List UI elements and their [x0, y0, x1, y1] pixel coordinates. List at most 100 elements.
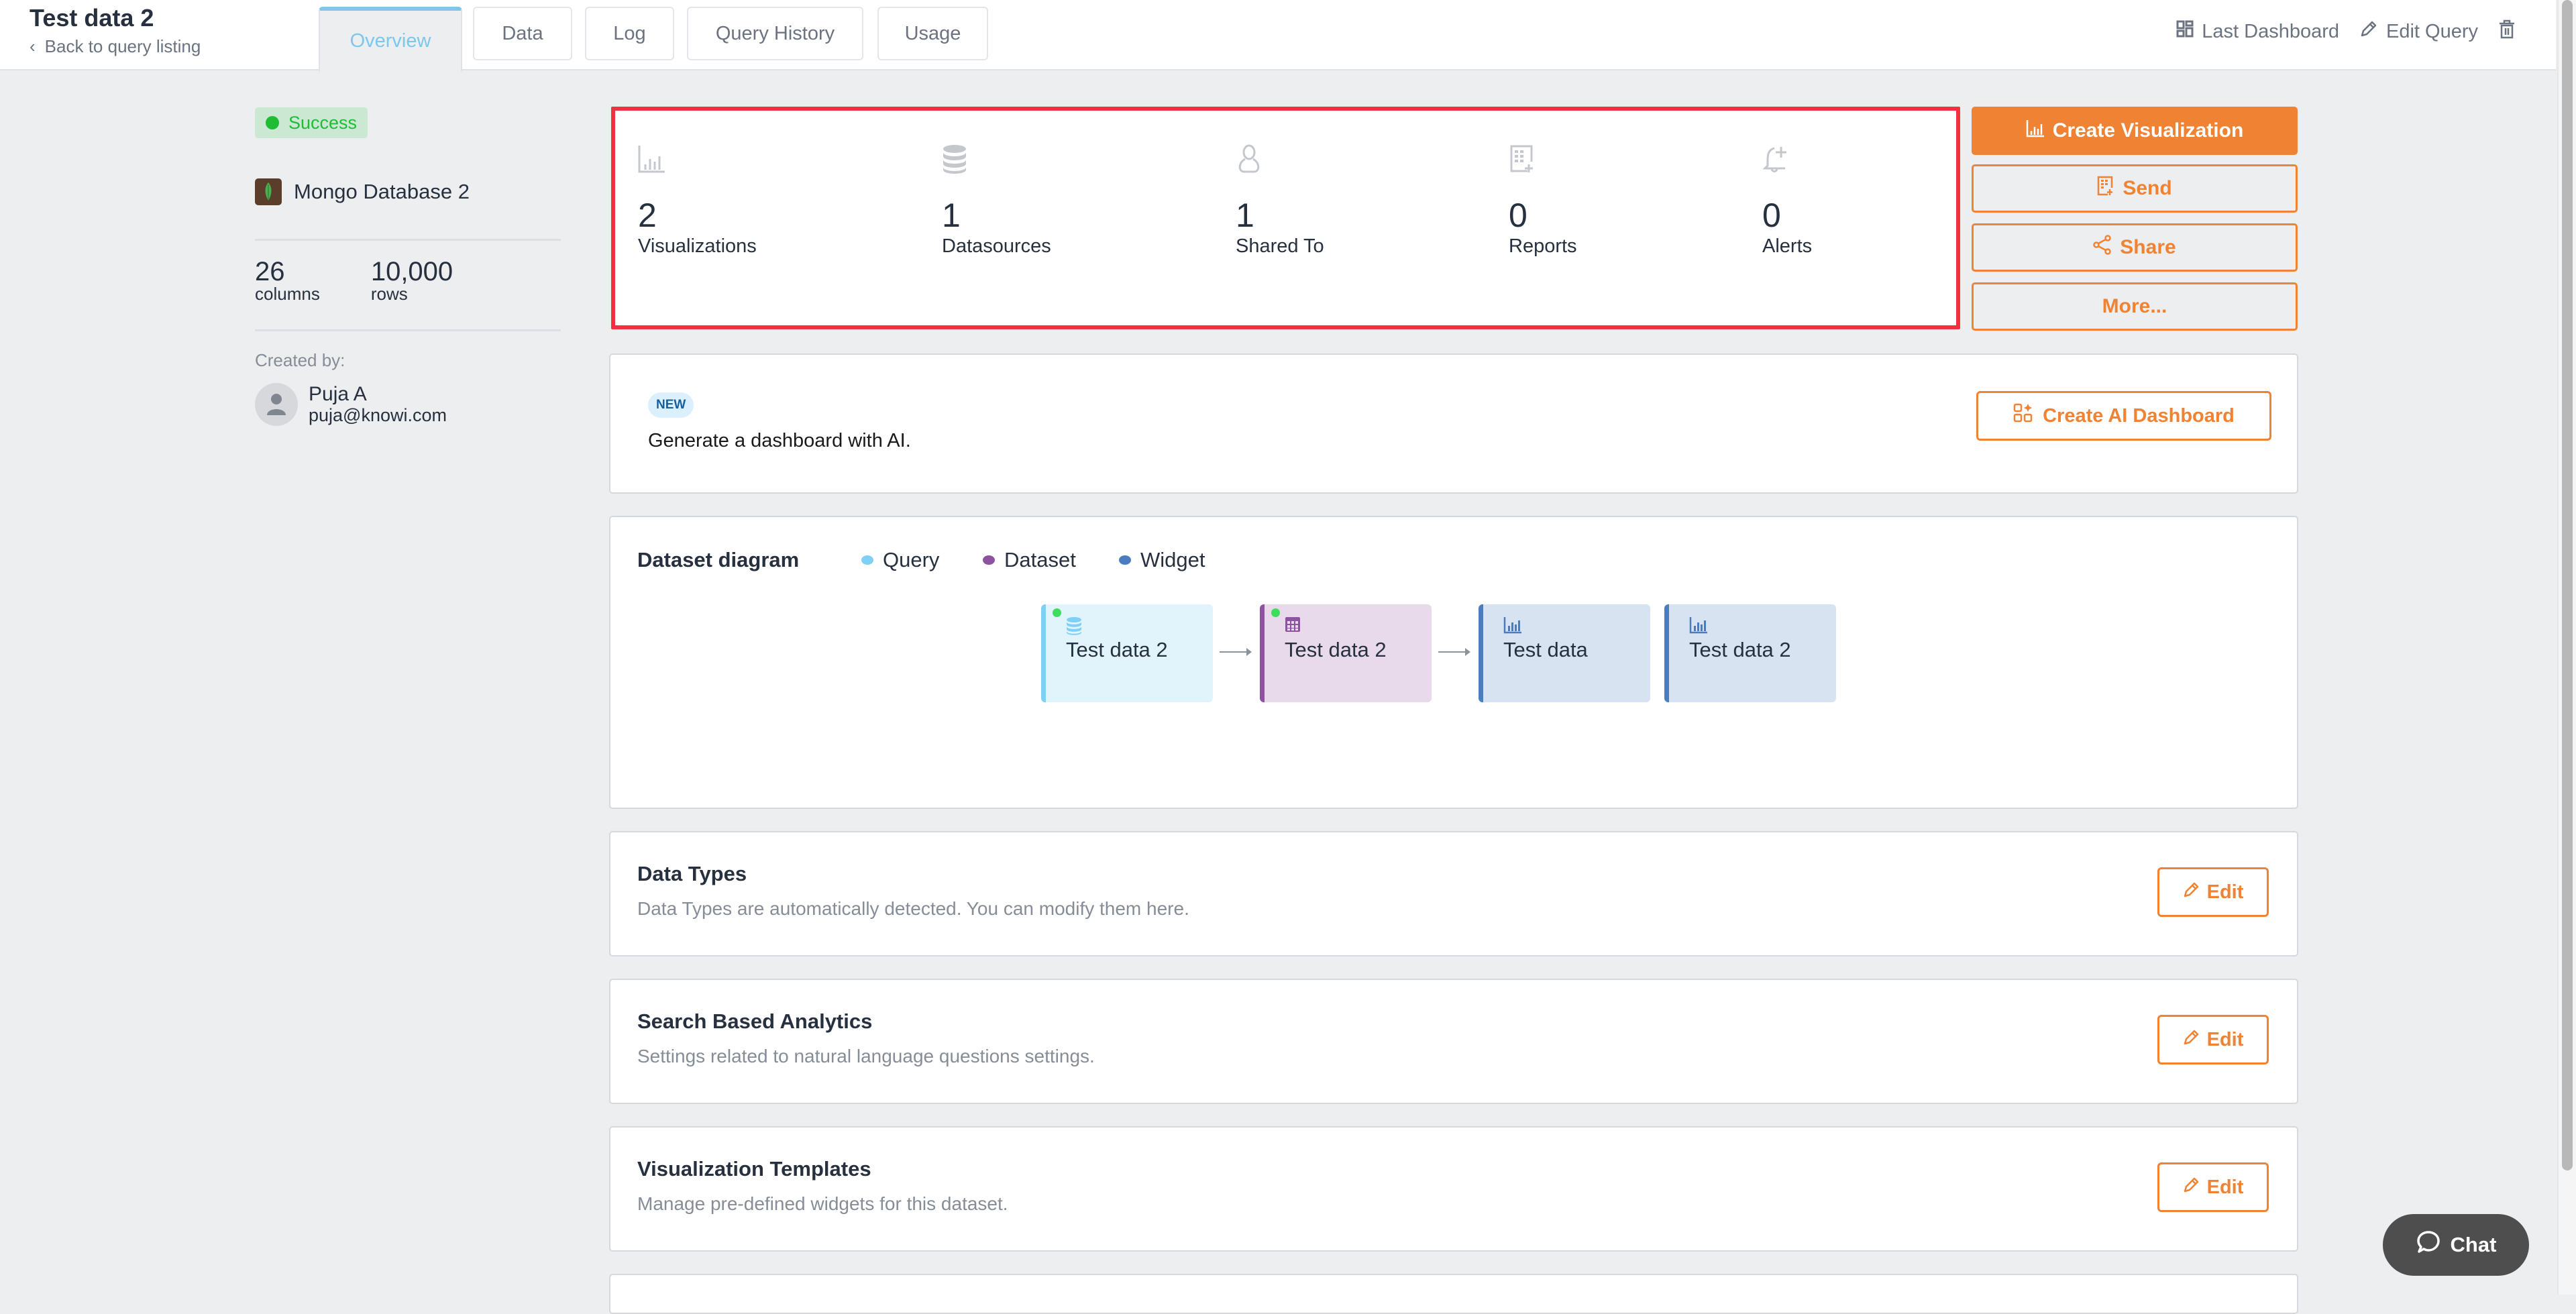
send-button[interactable]: Send [1972, 164, 2298, 213]
chat-bubble-icon [2416, 1229, 2441, 1260]
diagram-node-widget[interactable]: Test data [1479, 604, 1650, 702]
ai-dashboard-icon [2013, 403, 2033, 429]
delete-button[interactable] [2498, 19, 2516, 44]
tab-log[interactable]: Log [585, 7, 674, 60]
datasource-row[interactable]: Mongo Database 2 [255, 178, 561, 205]
edit-label: Edit [2206, 881, 2244, 903]
edit-label: Edit [2206, 1176, 2244, 1198]
stat-reports[interactable]: 0 Reports [1509, 144, 1577, 258]
scrollbar-thumb[interactable] [2562, 0, 2573, 1170]
share-icon [2093, 235, 2112, 260]
user-icon [1236, 144, 1324, 178]
stat-datasources[interactable]: 1 Datasources [942, 144, 1051, 258]
ai-dashboard-text: Generate a dashboard with AI. [648, 430, 911, 451]
arrow-connector [1438, 648, 1470, 656]
creator-name: Puja A [309, 383, 367, 405]
mongodb-leaf-icon [255, 178, 282, 205]
stat-label: Shared To [1236, 235, 1324, 257]
created-by-label: Created by: [255, 350, 345, 370]
section-title: Visualization Templates [637, 1157, 871, 1181]
pencil-icon [2183, 881, 2200, 904]
bar-chart-icon [1689, 616, 1708, 637]
back-to-query-listing-link[interactable]: ‹ Back to query listing [30, 36, 201, 57]
page-title: Test data 2 [30, 4, 154, 32]
legend-dot-icon [861, 555, 873, 565]
send-label: Send [2123, 177, 2172, 199]
columns-count: 26 columns [255, 258, 320, 303]
dataset-counts: 26 columns 10,000 rows [255, 258, 561, 303]
tab-query-history[interactable]: Query History [687, 7, 863, 60]
status-badge: Success [255, 107, 368, 138]
arrow-connector [1220, 648, 1252, 656]
share-button[interactable]: Share [1972, 223, 2298, 272]
chat-button[interactable]: Chat [2383, 1214, 2529, 1276]
avatar [255, 383, 298, 426]
chevron-left-icon: ‹ [30, 36, 36, 56]
diagram-node-dataset[interactable]: Test data 2 [1260, 604, 1432, 702]
status-dot-icon [1271, 608, 1280, 617]
node-label: Test data [1503, 638, 1588, 661]
data-types-card: Data Types Data Types are automatically … [609, 831, 2298, 956]
stat-value: 0 [1762, 197, 1781, 234]
edit-query-button[interactable]: Edit Query [2359, 19, 2478, 44]
table-grid-icon [1285, 616, 1301, 636]
more-button[interactable]: More... [1972, 282, 2298, 331]
columns-label: columns [255, 284, 320, 304]
edit-visualization-templates-button[interactable]: Edit [2157, 1162, 2269, 1212]
tab-usage[interactable]: Usage [877, 7, 988, 60]
edit-search-analytics-button[interactable]: Edit [2157, 1015, 2269, 1064]
trash-icon [2498, 19, 2516, 44]
search-based-analytics-card: Search Based Analytics Settings related … [609, 979, 2298, 1104]
database-icon [1066, 616, 1082, 639]
stat-value: 1 [1236, 197, 1254, 234]
datasource-name: Mongo Database 2 [294, 180, 470, 203]
section-title: Search Based Analytics [637, 1009, 873, 1033]
tab-overview[interactable]: Overview [319, 7, 462, 72]
page-scrollbar[interactable] [2557, 0, 2576, 1295]
visualization-templates-card: Visualization Templates Manage pre-defin… [609, 1126, 2298, 1252]
section-description: Manage pre-defined widgets for this data… [637, 1193, 1008, 1214]
edit-data-types-button[interactable]: Edit [2157, 867, 2269, 917]
stat-label: Reports [1509, 235, 1577, 257]
tab-data[interactable]: Data [473, 7, 572, 60]
new-badge: NEW [648, 392, 694, 418]
create-visualization-label: Create Visualization [2052, 119, 2244, 142]
legend-query: Query [861, 548, 939, 572]
section-description: Data Types are automatically detected. Y… [637, 898, 1189, 919]
top-header: Test data 2 ‹ Back to query listing Over… [0, 0, 2556, 72]
last-dashboard-button[interactable]: Last Dashboard [2176, 20, 2339, 43]
chat-label: Chat [2450, 1233, 2497, 1256]
pencil-icon [2183, 1176, 2200, 1199]
legend-widget: Widget [1119, 548, 1205, 572]
diagram-node-widget[interactable]: Test data 2 [1664, 604, 1836, 702]
report-icon [1509, 144, 1577, 178]
pencil-icon [2359, 19, 2378, 44]
pencil-icon [2183, 1028, 2200, 1051]
bar-chart-icon [2026, 119, 2045, 143]
bell-icon [1762, 144, 1812, 178]
create-ai-dashboard-button[interactable]: Create AI Dashboard [1976, 391, 2271, 441]
node-label: Test data 2 [1285, 638, 1387, 661]
diagram-node-query[interactable]: Test data 2 [1041, 604, 1213, 702]
legend-dataset: Dataset [983, 548, 1076, 572]
rows-count: 10,000 rows [371, 258, 453, 303]
edit-query-label: Edit Query [2386, 20, 2478, 42]
stat-value: 2 [638, 197, 657, 234]
report-icon [2097, 176, 2114, 201]
stat-alerts[interactable]: 0 Alerts [1762, 144, 1812, 258]
legend-dot-icon [1119, 555, 1131, 565]
stat-shared-to[interactable]: 1 Shared To [1236, 144, 1324, 258]
stat-value: 1 [942, 197, 961, 234]
legend-label: Query [883, 548, 940, 571]
back-link-label: Back to query listing [44, 36, 201, 56]
creator-info: Puja A puja@knowi.com [255, 383, 561, 426]
dashboard-grid-icon [2176, 20, 2194, 43]
status-dot-icon [1053, 608, 1061, 617]
status-text: Success [288, 112, 358, 133]
columns-value: 26 [255, 257, 285, 286]
node-label: Test data 2 [1066, 638, 1168, 661]
stat-visualizations[interactable]: 2 Visualizations [638, 144, 757, 258]
status-dot-icon [266, 116, 279, 129]
stat-label: Datasources [942, 235, 1051, 257]
create-visualization-button[interactable]: Create Visualization [1972, 107, 2298, 155]
